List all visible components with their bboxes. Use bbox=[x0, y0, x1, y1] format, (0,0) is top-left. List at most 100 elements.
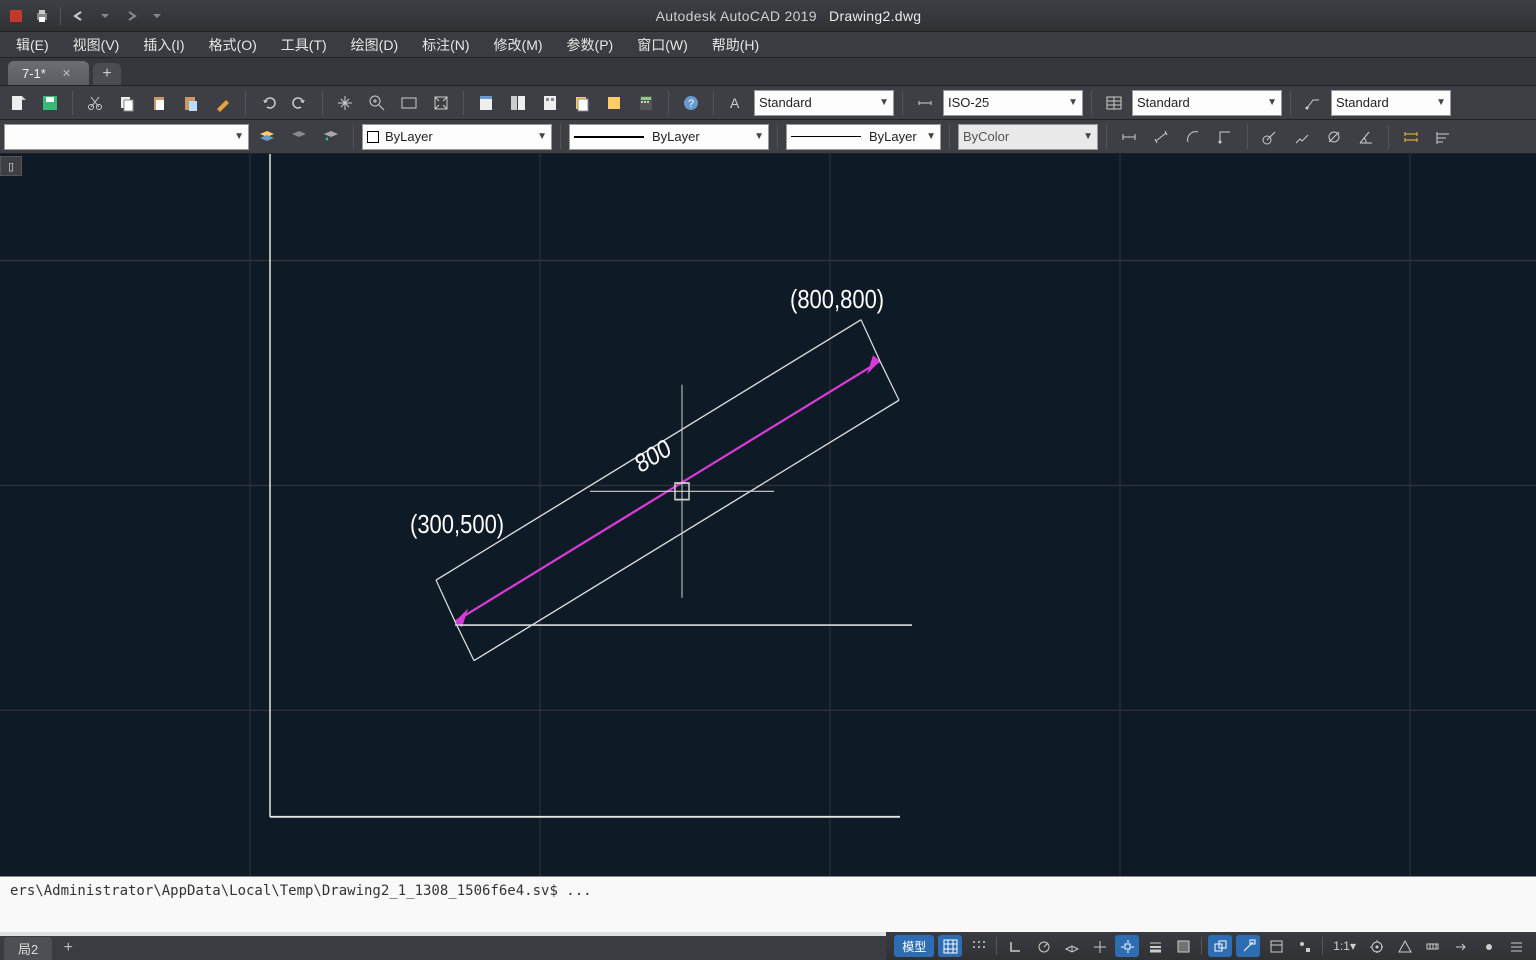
dim-style-dropdown[interactable]: ISO-25▼ bbox=[943, 90, 1083, 116]
layer-dropdown[interactable]: ▼ bbox=[4, 124, 249, 150]
dim-baseline-icon[interactable] bbox=[1429, 123, 1457, 151]
menu-param[interactable]: 参数(P) bbox=[555, 32, 626, 58]
zoom-window-icon[interactable] bbox=[395, 89, 423, 117]
table-style-icon[interactable] bbox=[1100, 89, 1128, 117]
redo-dropdown-icon[interactable] bbox=[147, 6, 167, 26]
text-style-icon[interactable]: A bbox=[722, 89, 750, 117]
isolate-objects-icon[interactable] bbox=[1476, 935, 1500, 957]
snap-toggle-icon[interactable] bbox=[966, 935, 990, 957]
zoom-icon[interactable] bbox=[363, 89, 391, 117]
tool-palettes-icon[interactable] bbox=[536, 89, 564, 117]
dim-quick-icon[interactable] bbox=[1397, 123, 1425, 151]
menu-window[interactable]: 窗口(W) bbox=[625, 32, 700, 58]
save-icon[interactable] bbox=[36, 89, 64, 117]
menu-bar: 辑(E) 视图(V) 插入(I) 格式(O) 工具(T) 绘图(D) 标注(N)… bbox=[0, 32, 1536, 58]
autosnap-toggle-icon[interactable] bbox=[1115, 935, 1139, 957]
polar-toggle-icon[interactable] bbox=[1031, 935, 1055, 957]
menu-draw[interactable]: 绘图(D) bbox=[339, 32, 410, 58]
mleader-style-icon[interactable] bbox=[1299, 89, 1327, 117]
color-dropdown[interactable]: ByLayer▼ bbox=[362, 124, 552, 150]
mleader-style-dropdown[interactable]: Standard▼ bbox=[1331, 90, 1451, 116]
cut-icon[interactable] bbox=[81, 89, 109, 117]
paste-icon[interactable] bbox=[145, 89, 173, 117]
paste-special-icon[interactable] bbox=[177, 89, 205, 117]
new-icon[interactable] bbox=[4, 89, 32, 117]
toolbar-row-2: ▼ ByLayer▼ ByLayer▼ ByLayer▼ ByColor▼ bbox=[0, 120, 1536, 154]
undo-icon[interactable] bbox=[254, 89, 282, 117]
menu-edit[interactable]: 辑(E) bbox=[4, 32, 61, 58]
menu-help[interactable]: 帮助(H) bbox=[700, 32, 771, 58]
dim-radius-icon[interactable] bbox=[1256, 123, 1284, 151]
plotstyle-dropdown[interactable]: ByColor▼ bbox=[958, 124, 1098, 150]
table-style-dropdown[interactable]: Standard▼ bbox=[1132, 90, 1282, 116]
print-icon[interactable] bbox=[32, 6, 52, 26]
dynamic-input-icon[interactable] bbox=[1236, 935, 1260, 957]
selection-filter-icon[interactable] bbox=[1292, 935, 1316, 957]
command-line-area[interactable]: ers\Administrator\AppData\Local\Temp\Dra… bbox=[0, 876, 1536, 936]
dim-ordinate-icon[interactable] bbox=[1211, 123, 1239, 151]
app-icon[interactable] bbox=[6, 6, 26, 26]
dim-jogged-icon[interactable] bbox=[1288, 123, 1316, 151]
properties-icon[interactable] bbox=[472, 89, 500, 117]
dim-angular-icon[interactable] bbox=[1352, 123, 1380, 151]
coord-label-end: (800,800) bbox=[790, 285, 884, 314]
annotation-scale[interactable]: 1:1 ▾ bbox=[1329, 935, 1360, 957]
zoom-extents-icon[interactable] bbox=[427, 89, 455, 117]
text-style-dropdown[interactable]: Standard▼ bbox=[754, 90, 894, 116]
units-icon[interactable] bbox=[1420, 935, 1444, 957]
undo-dropdown-icon[interactable] bbox=[95, 6, 115, 26]
linetype-dropdown[interactable]: ByLayer▼ bbox=[569, 124, 769, 150]
drawing-area[interactable]: ▯ bbox=[0, 154, 1536, 876]
model-space-canvas[interactable]: 800 (800,800) (300,500) bbox=[0, 154, 1536, 876]
quick-properties-icon[interactable] bbox=[1264, 935, 1288, 957]
lineweight-toggle-icon[interactable] bbox=[1143, 935, 1167, 957]
lineweight-value: ByLayer bbox=[869, 129, 917, 144]
pan-icon[interactable] bbox=[331, 89, 359, 117]
menu-tools[interactable]: 工具(T) bbox=[269, 32, 339, 58]
annotation-monitor-icon[interactable] bbox=[1392, 935, 1416, 957]
title-bar: Autodesk AutoCAD 2019 Drawing2.dwg bbox=[0, 0, 1536, 32]
aligned-dimension[interactable] bbox=[436, 320, 912, 661]
dim-linear-icon[interactable] bbox=[1115, 123, 1143, 151]
dim-style-icon[interactable] bbox=[911, 89, 939, 117]
menu-insert[interactable]: 插入(I) bbox=[131, 32, 196, 58]
file-tab[interactable]: 7-1* ✕ bbox=[8, 61, 89, 85]
lineweight-dropdown[interactable]: ByLayer▼ bbox=[786, 124, 941, 150]
layer-previous-icon[interactable] bbox=[317, 123, 345, 151]
cycling-icon[interactable] bbox=[1208, 935, 1232, 957]
model-button[interactable]: 模型 bbox=[894, 935, 934, 957]
dim-aligned-icon[interactable] bbox=[1147, 123, 1175, 151]
dim-diameter-icon[interactable] bbox=[1320, 123, 1348, 151]
customize-icon[interactable] bbox=[1504, 935, 1528, 957]
workspace-switch-icon[interactable] bbox=[1364, 935, 1388, 957]
isodraft-icon[interactable] bbox=[1059, 935, 1083, 957]
help-icon[interactable]: ? bbox=[677, 89, 705, 117]
menu-modify[interactable]: 修改(M) bbox=[482, 32, 555, 58]
dim-arc-icon[interactable] bbox=[1179, 123, 1207, 151]
copy-icon[interactable] bbox=[113, 89, 141, 117]
layout-tab[interactable]: 局2 bbox=[4, 937, 52, 960]
redo-icon[interactable] bbox=[286, 89, 314, 117]
add-layout-button[interactable]: + bbox=[56, 939, 80, 957]
ortho-toggle-icon[interactable] bbox=[1003, 935, 1027, 957]
linetype-value: ByLayer bbox=[652, 129, 700, 144]
osnap-toggle-icon[interactable] bbox=[1087, 935, 1111, 957]
quickcalc-icon[interactable] bbox=[632, 89, 660, 117]
layer-states-icon[interactable] bbox=[285, 123, 313, 151]
match-properties-icon[interactable] bbox=[209, 89, 237, 117]
close-icon[interactable]: ✕ bbox=[62, 67, 71, 80]
grid-toggle-icon[interactable] bbox=[938, 935, 962, 957]
undo-icon[interactable] bbox=[69, 6, 89, 26]
sheet-set-icon[interactable] bbox=[568, 89, 596, 117]
transparency-toggle-icon[interactable] bbox=[1171, 935, 1195, 957]
menu-view[interactable]: 视图(V) bbox=[61, 32, 132, 58]
design-center-icon[interactable] bbox=[504, 89, 532, 117]
layer-properties-icon[interactable] bbox=[253, 123, 281, 151]
markup-icon[interactable] bbox=[600, 89, 628, 117]
redo-icon[interactable] bbox=[121, 6, 141, 26]
menu-format[interactable]: 格式(O) bbox=[197, 32, 269, 58]
hardware-accel-icon[interactable] bbox=[1448, 935, 1472, 957]
menu-dim[interactable]: 标注(N) bbox=[410, 32, 481, 58]
table-style-value: Standard bbox=[1137, 95, 1190, 110]
new-tab-button[interactable]: + bbox=[93, 63, 121, 85]
